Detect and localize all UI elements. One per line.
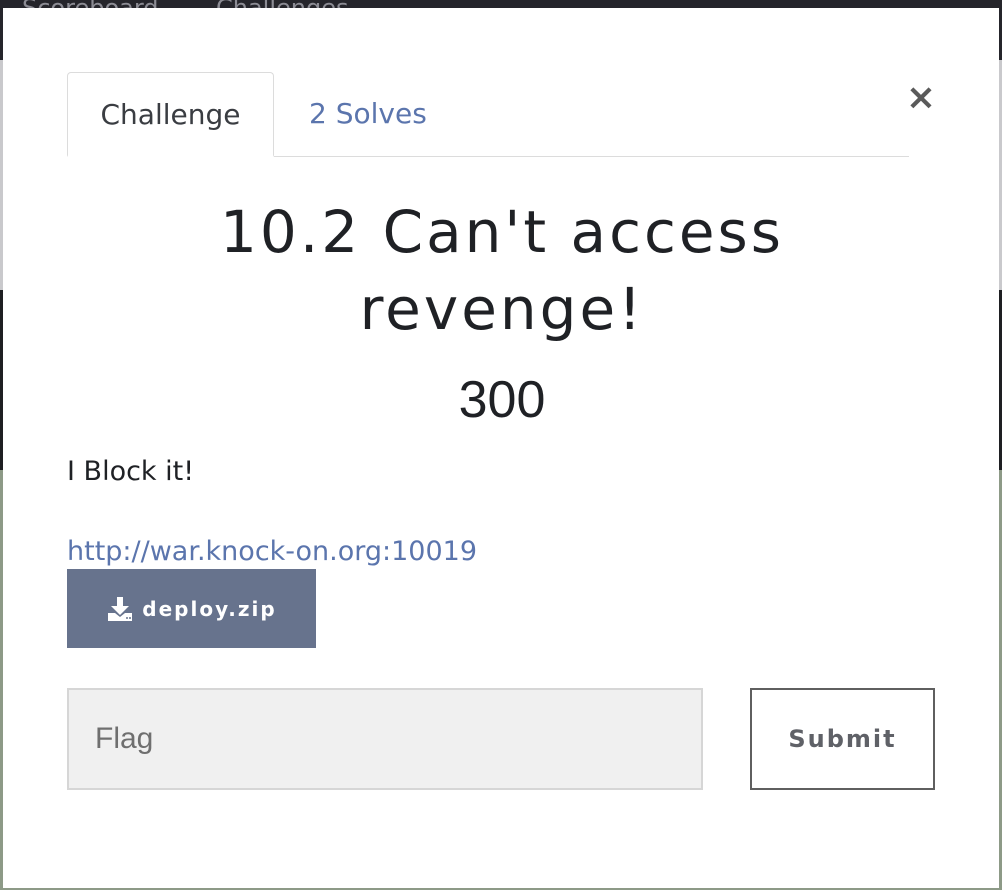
challenge-description: I Block it! [67,456,195,487]
challenge-link[interactable]: http://war.knock-on.org:10019 [67,532,477,572]
modal-tabs: Challenge 2 Solves [67,72,909,157]
flag-input[interactable] [67,688,703,790]
tab-challenge[interactable]: Challenge [67,72,274,157]
tab-solves[interactable]: 2 Solves [309,72,427,155]
download-icon [108,596,133,621]
download-file-button[interactable]: deploy.zip [67,569,316,648]
challenge-points: 300 [458,371,546,429]
challenge-modal: Challenge 2 Solves × 10.2 Can't access r… [3,8,999,888]
file-button-label: deploy.zip [142,596,277,621]
submit-button[interactable]: Submit [750,688,935,790]
close-icon[interactable]: × [903,80,939,116]
challenge-title: 10.2 Can't access revenge! [220,198,784,343]
